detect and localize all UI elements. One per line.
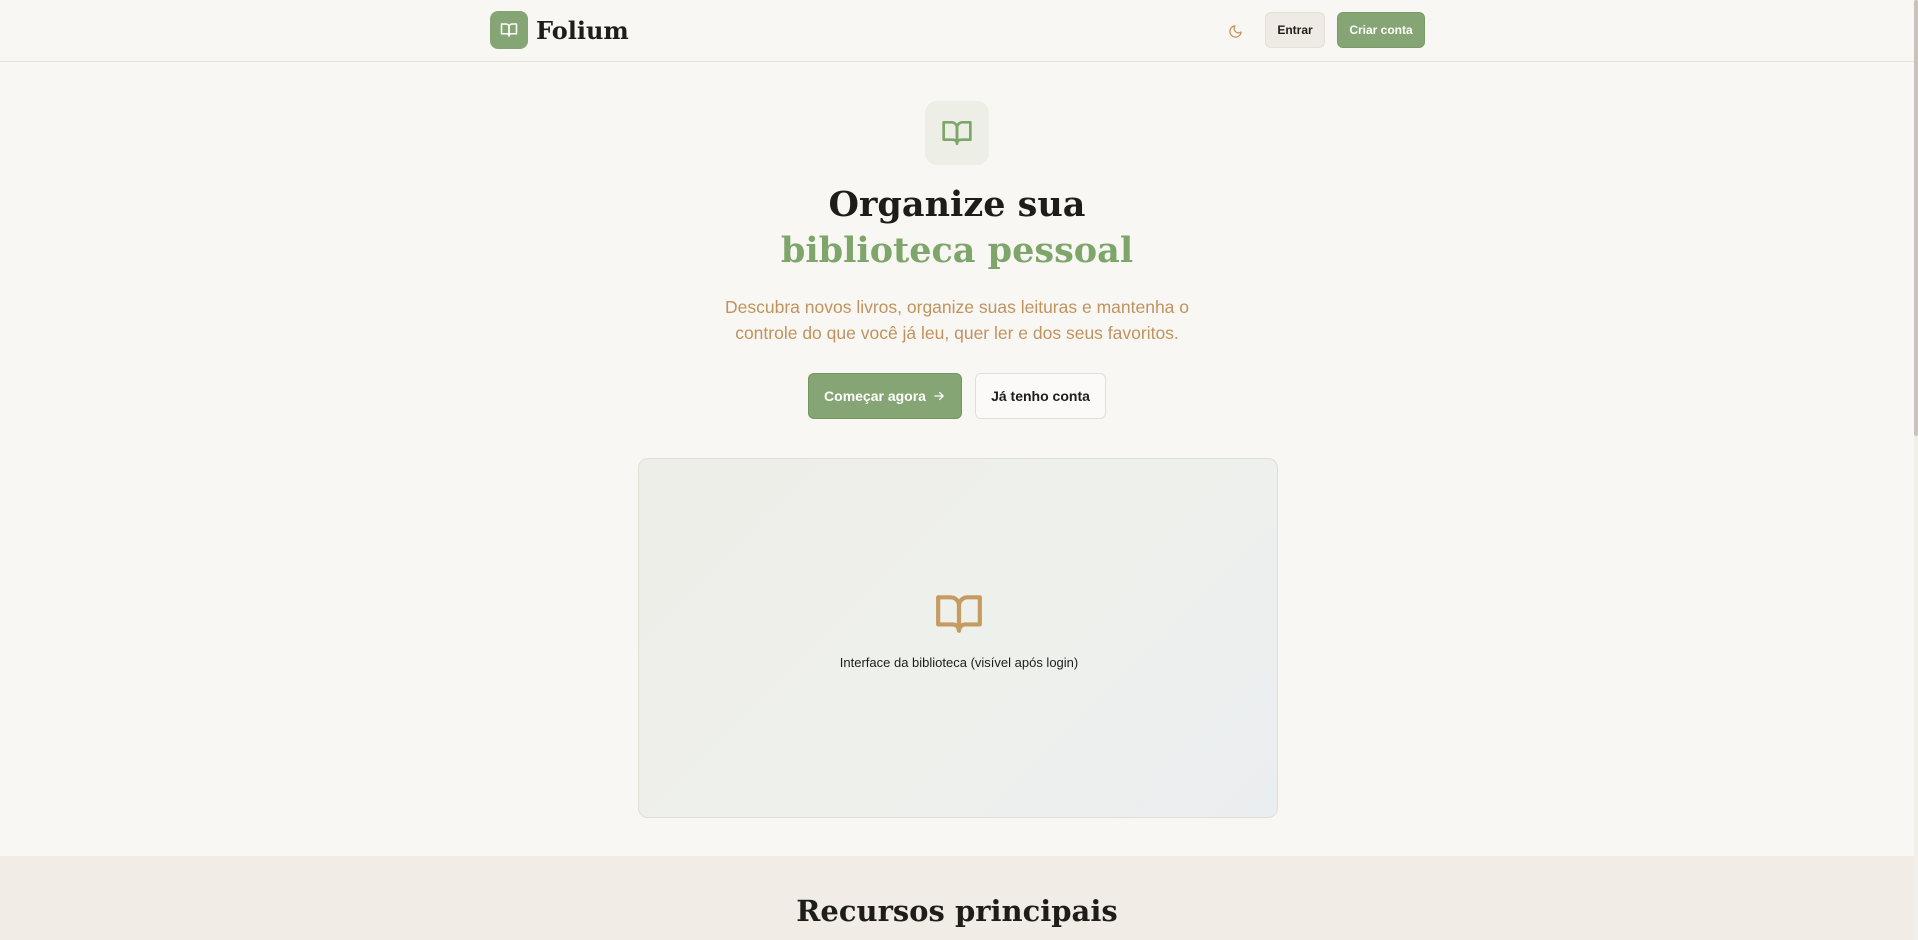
moon-icon (1228, 24, 1242, 38)
scrollbar-thumb[interactable] (1914, 0, 1918, 436)
hero-subtitle: Descubra novos livros, organize suas lei… (725, 297, 1189, 343)
hero-title-line-1: Organize sua (828, 184, 1086, 225)
book-open-icon (500, 23, 518, 37)
features-title: Recursos principais (796, 894, 1118, 928)
signup-button[interactable]: Criar conta (1337, 12, 1425, 48)
preview-caption: Interface da biblioteca (visível após lo… (839, 655, 1079, 670)
library-preview-panel: Interface da biblioteca (visível após lo… (638, 458, 1278, 818)
book-open-icon (936, 595, 982, 633)
have-account-button[interactable]: Já tenho conta (975, 373, 1106, 419)
arrow-right-icon (934, 391, 944, 401)
get-started-button[interactable]: Começar agora (808, 373, 962, 419)
top-navbar: Folium Entrar Criar conta (0, 0, 1914, 62)
login-button[interactable]: Entrar (1265, 12, 1325, 48)
landing-page: Folium Entrar Criar conta Organize sua b… (0, 0, 1914, 940)
brand-name: Folium (536, 15, 629, 45)
get-started-label: Começar agora (824, 388, 926, 404)
book-open-icon (942, 121, 972, 145)
theme-toggle-button[interactable] (1218, 16, 1252, 46)
logo (490, 11, 528, 49)
features-section: Recursos principais (0, 856, 1914, 940)
hero-icon-badge (925, 101, 989, 165)
hero-title-line-2: biblioteca pessoal (780, 230, 1134, 271)
brand[interactable]: Folium (490, 11, 629, 49)
